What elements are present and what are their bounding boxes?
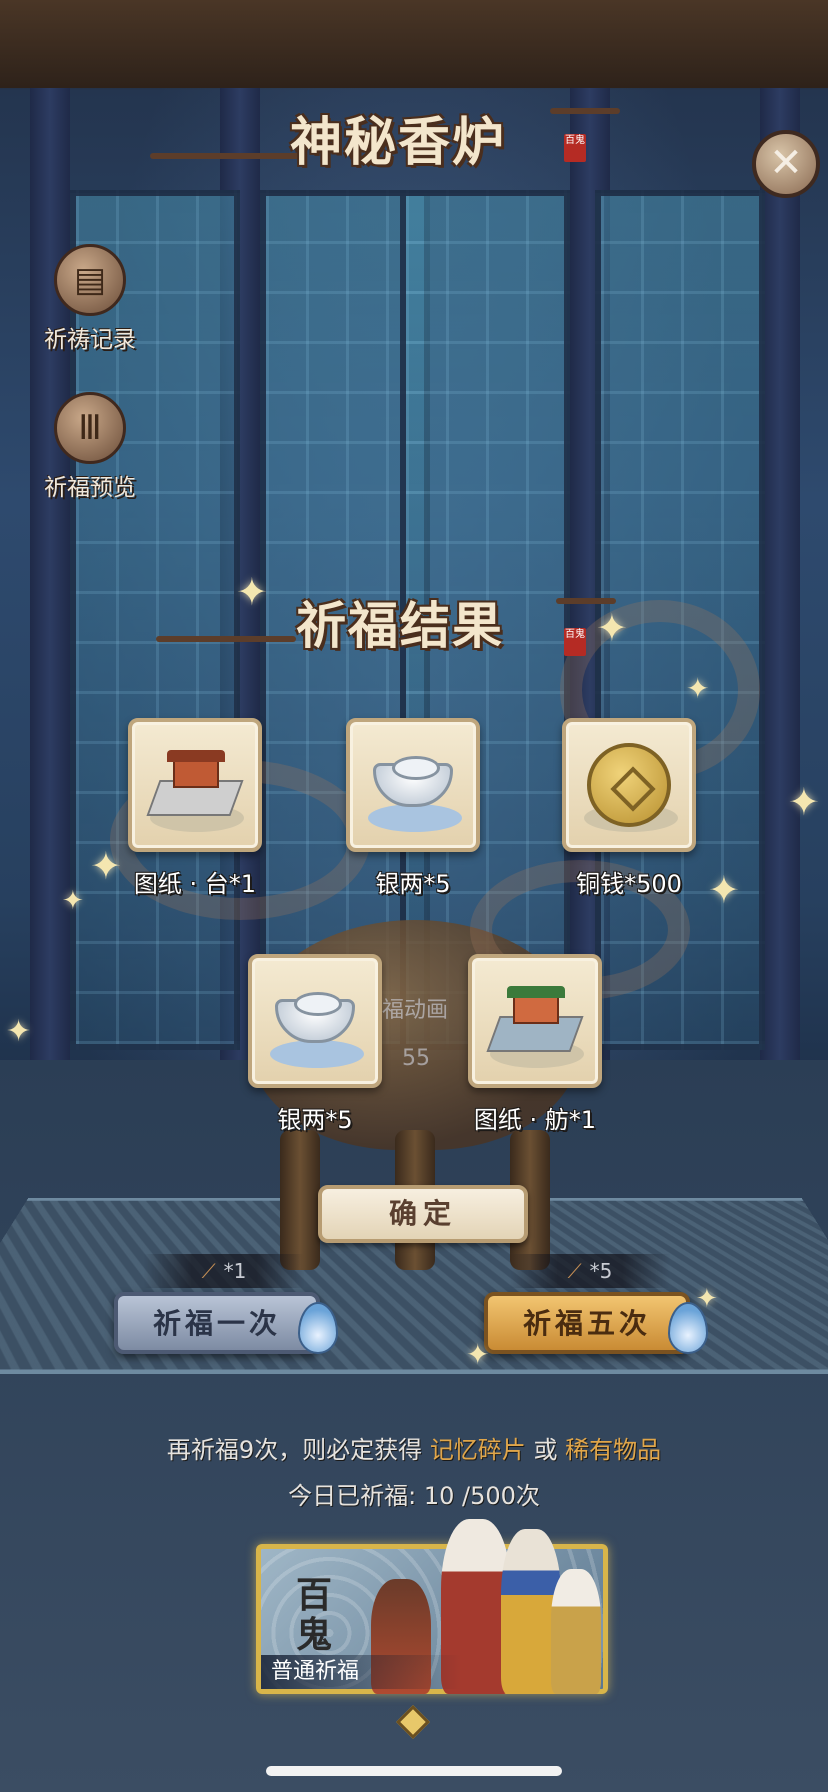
reward-item[interactable]: 图纸 · 台*1 bbox=[128, 718, 262, 899]
sparkle-icon: ✦ bbox=[62, 886, 84, 916]
item-plate bbox=[368, 804, 462, 832]
copper-coin-icon bbox=[587, 743, 671, 827]
prayer-record-button[interactable]: ▤ 祈祷记录 bbox=[36, 244, 144, 354]
reward-item[interactable]: 银两*5 bbox=[346, 718, 480, 899]
censer-leg bbox=[280, 1130, 320, 1270]
page-title-bar: 神秘香炉 百鬼 bbox=[150, 98, 620, 173]
banner-label: 普通祈福 bbox=[261, 1655, 461, 1689]
logo-char: 鬼 bbox=[295, 1614, 332, 1656]
pray-five-button[interactable]: 祈福五次 bbox=[484, 1292, 690, 1354]
prayer-record-label: 祈祷记录 bbox=[44, 327, 136, 353]
title-ornament-line bbox=[150, 153, 300, 159]
title-ornament-line bbox=[556, 598, 616, 604]
sparkle-icon: ✦ bbox=[708, 868, 740, 912]
pillar-left bbox=[30, 88, 70, 1088]
scroll-icon: ▤ bbox=[54, 244, 126, 316]
item-plate bbox=[270, 1040, 364, 1068]
reward-card bbox=[468, 954, 602, 1088]
sparkle-icon: ✦ bbox=[788, 780, 820, 824]
banner-logo: 百 鬼 bbox=[283, 1575, 345, 1661]
reward-card bbox=[562, 718, 696, 852]
sparkle-icon: ✦ bbox=[696, 1284, 718, 1314]
guarantee-notice: 再祈福9次，则必定获得 记忆碎片 或 稀有物品 bbox=[0, 1430, 828, 1465]
character-figure bbox=[551, 1569, 601, 1694]
animation-number: 55 bbox=[402, 1046, 430, 1071]
daily-count: 今日已祈福: 10 /500次 bbox=[288, 1482, 540, 1510]
home-indicator[interactable] bbox=[266, 1766, 562, 1776]
seal-stamp: 百鬼 bbox=[564, 134, 586, 162]
reward-item[interactable]: 银两*5 bbox=[248, 954, 382, 1135]
pray-five-cost: ⟋ *5 bbox=[510, 1254, 670, 1288]
reward-card bbox=[346, 718, 480, 852]
seal-stamp: 百鬼 bbox=[564, 628, 586, 656]
pool-banner[interactable]: 百 鬼 普通祈福 bbox=[256, 1519, 608, 1694]
silver-ingot-icon bbox=[275, 992, 355, 1043]
result-title-bar: 祈福结果 百鬼 bbox=[156, 578, 626, 658]
notice-item-memory: 记忆碎片 bbox=[429, 1436, 526, 1464]
notice-prefix: 再祈福9次，则必定获得 bbox=[166, 1436, 423, 1464]
logo-char: 百 bbox=[295, 1574, 332, 1616]
pillar-right bbox=[760, 88, 800, 1088]
pray-once-button[interactable]: 祈福一次 bbox=[114, 1292, 320, 1354]
confirm-button[interactable]: 确定 bbox=[318, 1185, 528, 1243]
reward-label: 铜钱*500 bbox=[576, 870, 682, 898]
close-button[interactable]: ✕ bbox=[752, 130, 820, 198]
prayer-preview-label: 祈福预览 bbox=[44, 475, 136, 501]
incense-stick-icon: ⟋ bbox=[567, 1259, 582, 1283]
cost-value: *1 bbox=[223, 1259, 247, 1283]
reward-label: 银两*5 bbox=[277, 1106, 353, 1134]
prayer-preview-button[interactable]: Ⅲ 祈福预览 bbox=[36, 392, 144, 502]
incense-sticks-icon: Ⅲ bbox=[54, 392, 126, 464]
reward-label: 银两*5 bbox=[375, 870, 451, 898]
sparkle-icon: ✦ bbox=[466, 1338, 490, 1371]
sparkle-icon: ✦ bbox=[236, 570, 268, 614]
page-title: 神秘香炉 bbox=[290, 112, 507, 173]
sparkle-icon: ✦ bbox=[90, 844, 122, 888]
reward-card bbox=[248, 954, 382, 1088]
reward-item[interactable]: 图纸 · 舫*1 bbox=[468, 954, 602, 1135]
title-ornament-line bbox=[156, 636, 296, 642]
title-ornament-line bbox=[550, 108, 620, 114]
blueprint-boat-icon bbox=[486, 986, 584, 1056]
pray-once-cost: ⟋ *1 bbox=[144, 1254, 304, 1288]
animation-label: 福动画 bbox=[382, 998, 449, 1023]
blueprint-terrace-icon bbox=[146, 750, 244, 820]
notice-item-rare: 稀有物品 bbox=[565, 1436, 662, 1464]
reward-item[interactable]: 铜钱*500 bbox=[562, 718, 696, 899]
result-title: 祈福结果 bbox=[296, 596, 504, 655]
sparkle-icon: ✦ bbox=[596, 606, 628, 650]
sparkle-icon: ✦ bbox=[686, 672, 710, 705]
silver-ingot-icon bbox=[373, 756, 453, 807]
cost-value: *5 bbox=[589, 1259, 613, 1283]
incense-stick-icon: ⟋ bbox=[201, 1259, 216, 1283]
notice-joiner: 或 bbox=[533, 1436, 558, 1464]
sparkle-icon: ✦ bbox=[6, 1014, 32, 1049]
ceiling bbox=[0, 0, 828, 88]
reward-label: 图纸 · 舫*1 bbox=[473, 1106, 597, 1134]
reward-label: 图纸 · 台*1 bbox=[133, 870, 257, 898]
reward-card bbox=[128, 718, 262, 852]
